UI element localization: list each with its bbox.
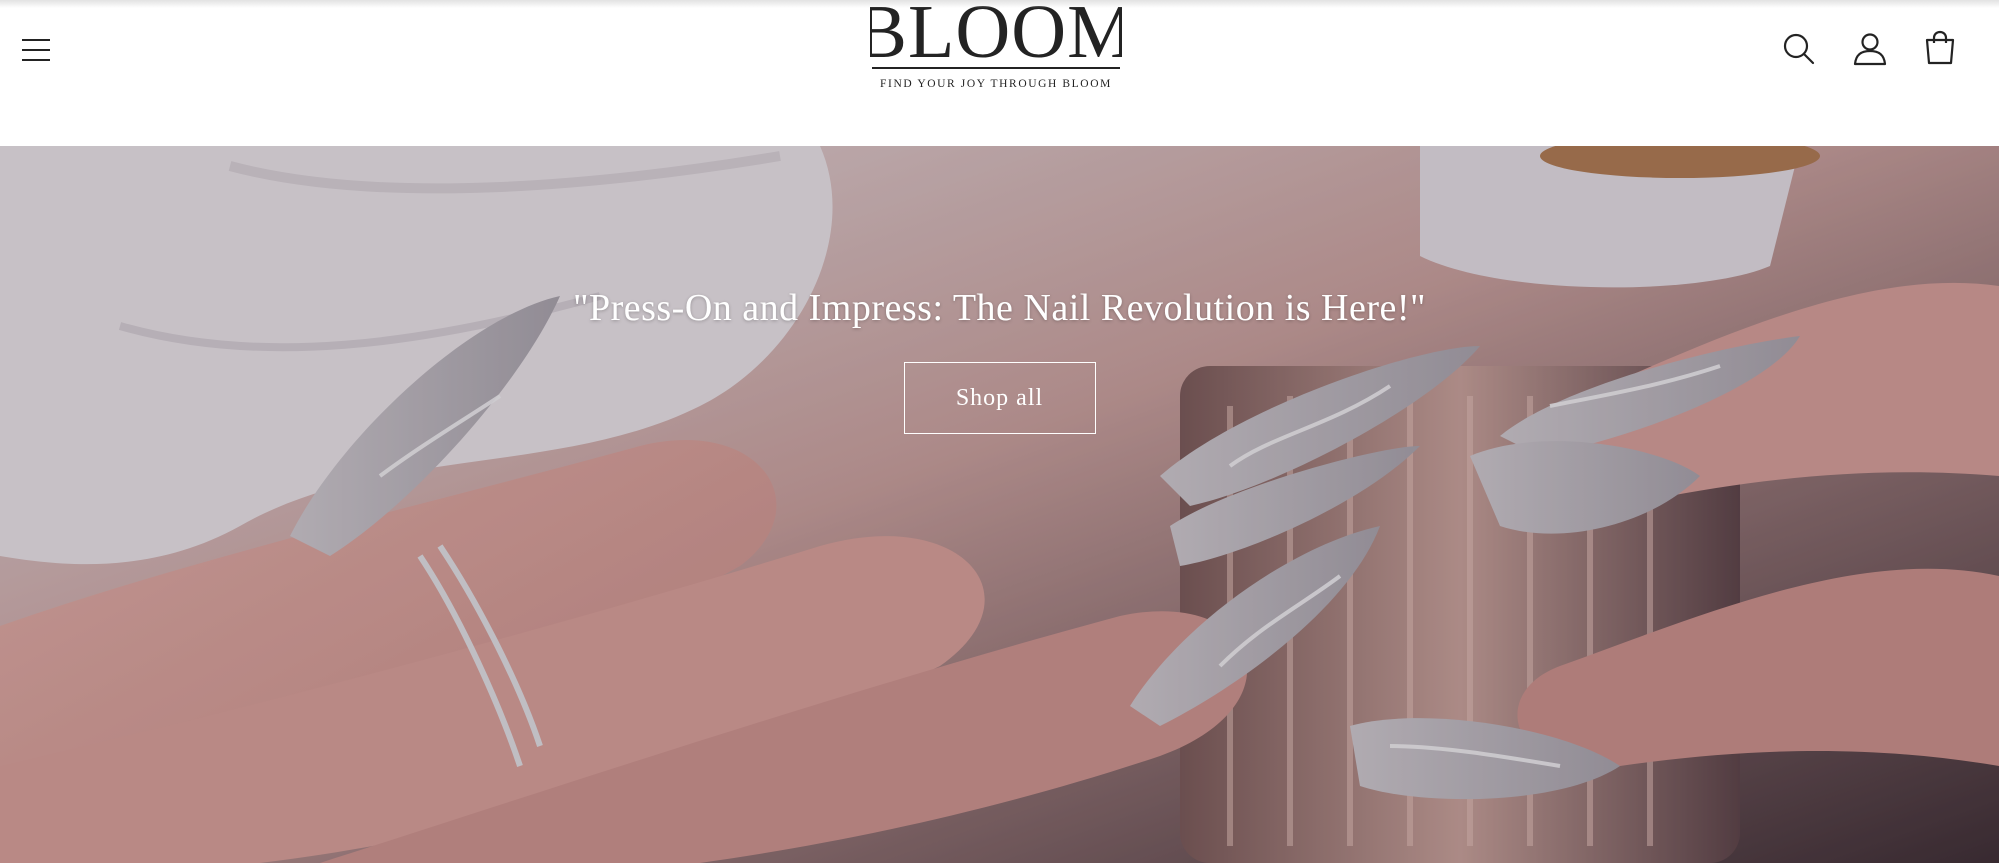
shop-all-button[interactable]: Shop all <box>903 362 1096 434</box>
site-header: BLOOM FIND YOUR JOY THROUGH BLOOM <box>0 0 1999 146</box>
cart-icon <box>1925 30 1955 65</box>
hero-content: "Press-On and Impress: The Nail Revoluti… <box>0 286 1999 434</box>
hero-overlay <box>0 146 1999 863</box>
menu-button[interactable] <box>20 34 52 66</box>
logo-tagline: FIND YOUR JOY THROUGH BLOOM <box>880 78 1112 90</box>
header-top-shadow <box>0 0 1999 8</box>
account-icon <box>1853 33 1887 66</box>
hero-heading: "Press-On and Impress: The Nail Revoluti… <box>572 287 1427 329</box>
search-icon <box>1783 33 1815 65</box>
search-button[interactable] <box>1780 30 1818 68</box>
hamburger-menu-icon <box>22 39 50 61</box>
logo-wordmark: BLOOM <box>870 0 1122 74</box>
hero-banner: "Press-On and Impress: The Nail Revoluti… <box>0 146 1999 863</box>
cart-button[interactable] <box>1921 30 1959 68</box>
logo-divider <box>872 67 1120 69</box>
brand-logo[interactable]: BLOOM FIND YOUR JOY THROUGH BLOOM <box>870 0 1122 100</box>
account-button[interactable] <box>1851 30 1889 68</box>
